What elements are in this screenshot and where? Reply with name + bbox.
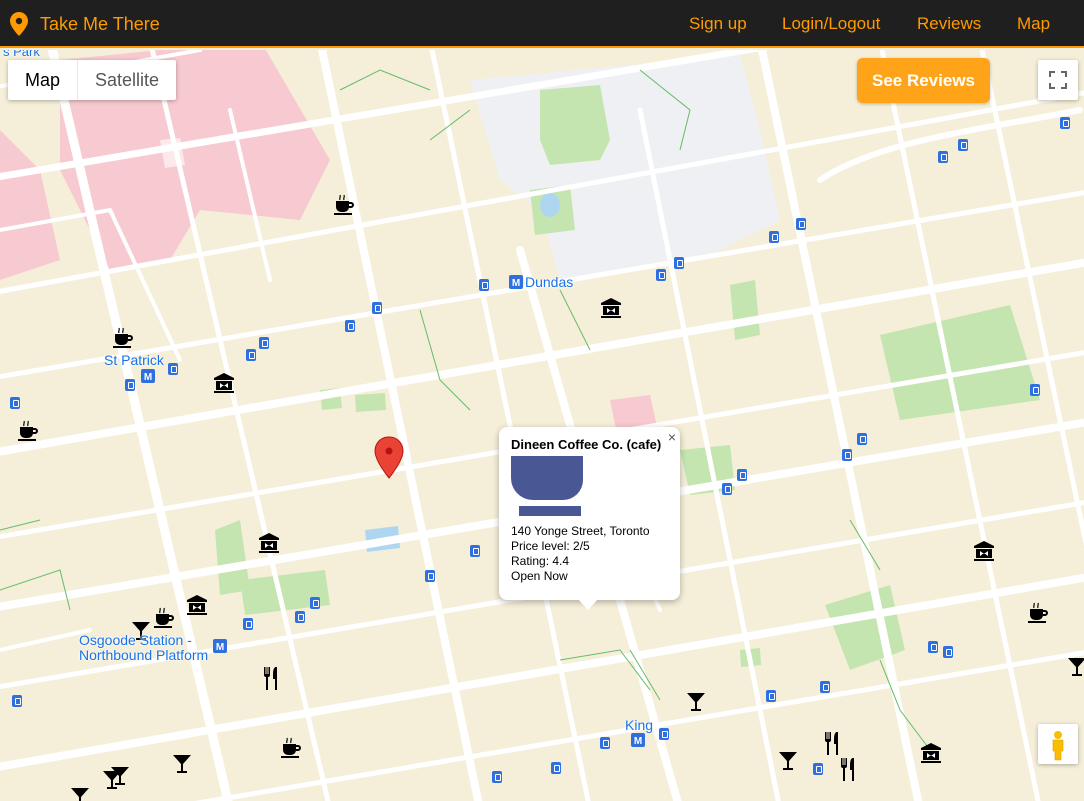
transit-stop-icon[interactable]	[10, 397, 20, 409]
nav-sign-up[interactable]: Sign up	[689, 14, 747, 34]
museum-icon[interactable]	[972, 539, 996, 563]
place-address: 140 Yonge Street, Toronto	[511, 524, 650, 538]
transit-stop-icon[interactable]	[425, 570, 435, 582]
close-icon[interactable]: ×	[668, 429, 676, 445]
museum-icon[interactable]	[212, 371, 236, 395]
transit-stop-icon[interactable]	[820, 681, 830, 693]
coffee-icon[interactable]	[152, 606, 176, 630]
nav-reviews[interactable]: Reviews	[917, 14, 981, 34]
transit-stop-icon[interactable]	[842, 449, 852, 461]
transit-stop-icon[interactable]	[943, 646, 953, 658]
cocktail-icon[interactable]	[776, 749, 800, 773]
svg-text:M: M	[216, 642, 224, 653]
place-open-status: Open Now	[511, 569, 568, 583]
fullscreen-icon	[1049, 71, 1067, 89]
place-info-window: × Dineen Coffee Co. (cafe) 140 Yonge Str…	[499, 427, 680, 610]
transit-stop-icon[interactable]	[168, 363, 178, 375]
transit-stop-icon[interactable]	[857, 433, 867, 445]
transit-stop-icon[interactable]	[246, 349, 256, 361]
coffee-icon[interactable]	[279, 736, 303, 760]
cafe-icon	[511, 456, 583, 516]
transit-stop-icon[interactable]	[813, 763, 823, 775]
cocktail-icon[interactable]	[68, 785, 92, 801]
restaurant-icon[interactable]	[259, 665, 283, 693]
map-tiles	[0, 50, 1084, 801]
map-type-control: Map Satellite	[8, 60, 177, 100]
coffee-icon[interactable]	[1026, 601, 1050, 625]
transit-stop-icon[interactable]	[938, 151, 948, 163]
museum-icon[interactable]	[185, 593, 209, 617]
coffee-icon[interactable]	[111, 326, 135, 350]
museum-icon[interactable]	[257, 531, 281, 555]
transit-stop-icon[interactable]	[479, 279, 489, 291]
svg-text:M: M	[512, 278, 520, 289]
coffee-icon[interactable]	[16, 419, 40, 443]
map-canvas[interactable]: M M M M s Park Dundas St Patrick Osgoode…	[0, 50, 1084, 801]
transit-stop-icon[interactable]	[295, 611, 305, 623]
nav-map[interactable]: Map	[1017, 14, 1050, 34]
restaurant-icon[interactable]	[820, 730, 844, 758]
location-pin-icon	[10, 12, 28, 36]
transit-stop-icon[interactable]	[125, 379, 135, 391]
osgoode-label-line1: Osgoode Station -	[79, 632, 192, 648]
transit-stop-icon[interactable]	[600, 737, 610, 749]
st-patrick-label: St Patrick	[104, 352, 164, 368]
cocktail-icon[interactable]	[684, 690, 708, 714]
transit-stop-icon[interactable]	[551, 762, 561, 774]
transit-stop-icon[interactable]	[722, 483, 732, 495]
transit-stop-icon[interactable]	[656, 269, 666, 281]
navbar: Take Me There Sign up Login/Logout Revie…	[0, 0, 1084, 48]
transit-stop-icon[interactable]	[310, 597, 320, 609]
transit-stop-icon[interactable]	[1030, 384, 1040, 396]
transit-stop-icon[interactable]	[958, 139, 968, 151]
transit-stop-icon[interactable]	[470, 545, 480, 557]
nav-login-logout[interactable]: Login/Logout	[782, 14, 880, 34]
pegman-icon	[1052, 731, 1064, 761]
cocktail-icon[interactable]	[1065, 655, 1084, 679]
transit-stop-icon[interactable]	[345, 320, 355, 332]
subway-icon[interactable]: M	[509, 275, 523, 289]
osgoode-label-line2: Northbound Platform	[79, 647, 209, 663]
transit-stop-icon[interactable]	[659, 728, 669, 740]
svg-text:M: M	[634, 736, 642, 747]
transit-stop-icon[interactable]	[766, 690, 776, 702]
king-label: King	[625, 717, 654, 733]
fullscreen-button[interactable]	[1038, 60, 1078, 100]
transit-stop-icon[interactable]	[674, 257, 684, 269]
subway-icon[interactable]: M	[141, 369, 155, 383]
transit-stop-icon[interactable]	[796, 218, 806, 230]
coffee-icon[interactable]	[332, 193, 356, 217]
place-rating: Rating: 4.4	[511, 554, 570, 568]
subway-icon[interactable]: M	[213, 639, 227, 653]
svg-text:M: M	[144, 372, 152, 383]
street-view-button[interactable]	[1038, 724, 1078, 764]
brand-title: Take Me There	[40, 13, 160, 34]
museum-icon[interactable]	[919, 741, 943, 765]
transit-stop-icon[interactable]	[1060, 117, 1070, 129]
cocktail-icon[interactable]	[108, 764, 132, 788]
museum-icon[interactable]	[599, 296, 623, 320]
transit-stop-icon[interactable]	[737, 469, 747, 481]
restaurant-icon[interactable]	[836, 756, 860, 784]
subway-icon[interactable]: M	[631, 733, 645, 747]
see-reviews-button[interactable]: See Reviews	[857, 58, 990, 103]
brand[interactable]: Take Me There	[10, 12, 160, 36]
place-price-level: Price level: 2/5	[511, 539, 590, 553]
transit-stop-icon[interactable]	[928, 641, 938, 653]
map-type-map-button[interactable]: Map	[8, 60, 77, 100]
transit-stop-icon[interactable]	[769, 231, 779, 243]
dundas-label: Dundas	[525, 274, 574, 290]
map-type-satellite-button[interactable]: Satellite	[77, 60, 176, 100]
transit-stop-icon[interactable]	[492, 771, 502, 783]
cocktail-icon[interactable]	[170, 752, 194, 776]
transit-stop-icon[interactable]	[259, 337, 269, 349]
transit-stop-icon[interactable]	[12, 695, 22, 707]
transit-stop-icon[interactable]	[243, 618, 253, 630]
park-label: s Park	[3, 50, 40, 59]
place-title: Dineen Coffee Co. (cafe)	[511, 437, 662, 452]
transit-stop-icon[interactable]	[372, 302, 382, 314]
